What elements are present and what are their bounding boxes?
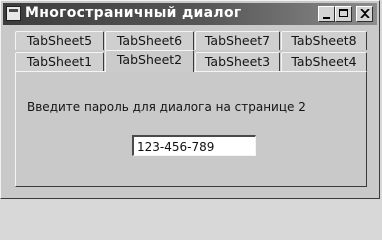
tab-tabsheet1[interactable]: TabSheet1 xyxy=(15,52,104,71)
tab-tabsheet6[interactable]: TabSheet6 xyxy=(105,31,194,50)
tab-tabsheet2[interactable]: TabSheet2 xyxy=(105,50,194,72)
window-title: Многостраничный диалог xyxy=(25,5,242,21)
close-button[interactable] xyxy=(356,6,373,22)
app-icon[interactable] xyxy=(6,6,21,21)
password-field[interactable] xyxy=(132,135,256,156)
tab-page-panel: Введите пароль для диалога на странице 2 xyxy=(15,71,367,187)
tab-tabsheet8[interactable]: TabSheet8 xyxy=(281,31,367,50)
tab-tabsheet4[interactable]: TabSheet4 xyxy=(281,52,367,71)
tab-tabsheet5[interactable]: TabSheet5 xyxy=(15,31,104,50)
title-bar[interactable]: Многостраничный диалог xyxy=(3,3,377,25)
close-icon xyxy=(360,9,370,18)
minimize-button[interactable] xyxy=(318,6,335,22)
password-prompt-label: Введите пароль для диалога на странице 2 xyxy=(27,100,306,114)
tab-tabsheet3[interactable]: TabSheet3 xyxy=(195,52,280,71)
dialog-window: Многостраничный диалог TabSheet5 TabShee… xyxy=(0,0,380,199)
maximize-button[interactable] xyxy=(335,6,352,22)
tab-tabsheet7[interactable]: TabSheet7 xyxy=(195,31,280,50)
